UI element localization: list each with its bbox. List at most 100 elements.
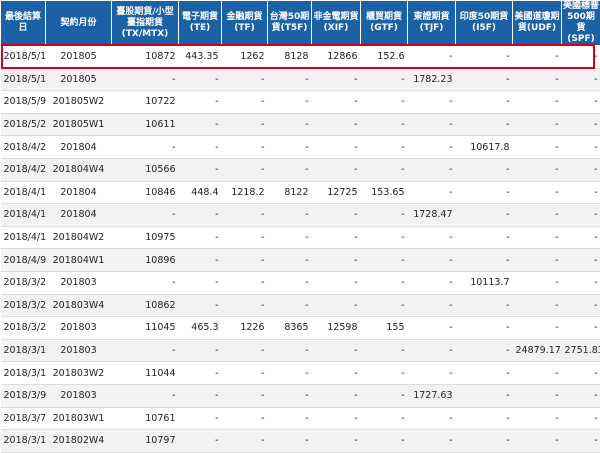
price-cell: - xyxy=(408,271,456,294)
price-cell: 12866 xyxy=(312,46,361,69)
price-cell: - xyxy=(513,317,562,340)
price-cell: - xyxy=(562,407,600,430)
price-cell: - xyxy=(222,407,268,430)
price-cell: - xyxy=(408,113,456,136)
price-cell: - xyxy=(513,407,562,430)
column-header-6: 非金電期貨(XIF) xyxy=(312,1,361,46)
price-cell: - xyxy=(312,362,361,385)
price-cell: - xyxy=(112,204,179,227)
settlement-date-cell: 2018/5/16 xyxy=(1,46,46,69)
settlement-date-cell: 2018/4/13 xyxy=(1,204,46,227)
price-cell: 448.4 xyxy=(179,181,222,204)
price-cell: - xyxy=(361,294,408,317)
column-header-3: 電子期貨(TE) xyxy=(179,1,222,46)
price-cell: - xyxy=(268,294,312,317)
price-cell: - xyxy=(513,46,562,69)
price-cell: - xyxy=(312,430,361,453)
price-cell: 10872 xyxy=(112,46,179,69)
price-cell: 1262 xyxy=(222,46,268,69)
price-cell: - xyxy=(456,430,513,453)
price-cell: 10113.7 xyxy=(456,271,513,294)
settlement-date-cell: 2018/3/28 xyxy=(1,294,46,317)
price-cell: - xyxy=(312,249,361,272)
price-cell: - xyxy=(513,249,562,272)
settlement-date-cell: 2018/4/9 xyxy=(1,249,46,272)
price-cell: - xyxy=(361,249,408,272)
price-cell: - xyxy=(456,181,513,204)
contract-month-cell: 201804 xyxy=(46,181,112,204)
table-row: 2018/3/19201803--------24879.172751.83 xyxy=(1,339,600,362)
price-cell: - xyxy=(112,136,179,159)
price-cell: 155 xyxy=(361,317,408,340)
price-cell: - xyxy=(112,339,179,362)
price-cell: - xyxy=(408,430,456,453)
column-header-4: 金融期貨(TF) xyxy=(222,1,268,46)
price-cell: - xyxy=(179,226,222,249)
price-cell: - xyxy=(179,362,222,385)
price-cell: - xyxy=(562,317,600,340)
settlement-table: 最後結算日契約月份臺股期貨/小型臺指期貨(TX/MTX)電子期貨(TE)金融期貨… xyxy=(0,0,600,453)
settlement-date-cell: 2018/5/9 xyxy=(1,91,46,114)
price-cell: - xyxy=(268,271,312,294)
contract-month-cell: 201804W1 xyxy=(46,249,112,272)
price-cell: 8365 xyxy=(268,317,312,340)
contract-month-cell: 201805W1 xyxy=(46,113,112,136)
price-cell: - xyxy=(513,430,562,453)
price-cell: 12598 xyxy=(312,317,361,340)
price-cell: - xyxy=(222,158,268,181)
settlement-date-cell: 2018/3/21 xyxy=(1,317,46,340)
contract-month-cell: 201804 xyxy=(46,204,112,227)
price-cell: 12725 xyxy=(312,181,361,204)
price-cell: - xyxy=(456,384,513,407)
price-cell: - xyxy=(456,46,513,69)
price-cell: - xyxy=(312,204,361,227)
price-cell: - xyxy=(179,430,222,453)
price-cell: 10975 xyxy=(112,226,179,249)
price-cell: 1728.47 xyxy=(408,204,456,227)
price-cell: - xyxy=(456,204,513,227)
settlement-date-cell: 2018/3/14 xyxy=(1,362,46,385)
column-header-10: 美國道瓊期貨(UDF) xyxy=(513,1,562,46)
price-cell: - xyxy=(312,136,361,159)
price-cell: - xyxy=(179,339,222,362)
price-cell: - xyxy=(456,91,513,114)
table-row: 2018/4/9201804W110896--------- xyxy=(1,249,600,272)
price-cell: - xyxy=(408,46,456,69)
table-row: 2018/4/27201804-------10617.8-- xyxy=(1,136,600,159)
contract-month-cell: 201802W4 xyxy=(46,430,112,453)
price-cell: - xyxy=(268,430,312,453)
price-cell: 10896 xyxy=(112,249,179,272)
price-cell: 10566 xyxy=(112,158,179,181)
contract-month-cell: 201803 xyxy=(46,339,112,362)
settlement-date-cell: 2018/4/27 xyxy=(1,136,46,159)
table-row: 2018/4/1820180410846448.41218.2812212725… xyxy=(1,181,600,204)
price-cell: - xyxy=(408,91,456,114)
price-cell: - xyxy=(179,294,222,317)
settlement-date-cell: 2018/3/1 xyxy=(1,430,46,453)
price-cell: - xyxy=(361,226,408,249)
price-cell: - xyxy=(562,136,600,159)
price-cell: - xyxy=(513,226,562,249)
price-cell: - xyxy=(312,158,361,181)
price-cell: - xyxy=(179,136,222,159)
price-cell: - xyxy=(361,136,408,159)
header-row: 最後結算日契約月份臺股期貨/小型臺指期貨(TX/MTX)電子期貨(TE)金融期貨… xyxy=(1,1,600,46)
price-cell: - xyxy=(361,362,408,385)
contract-month-cell: 201805 xyxy=(46,46,112,69)
price-cell: - xyxy=(361,339,408,362)
table-row: 2018/4/11201804W210975--------- xyxy=(1,226,600,249)
price-cell: - xyxy=(112,271,179,294)
price-cell: - xyxy=(562,68,600,91)
price-cell: - xyxy=(179,113,222,136)
price-cell: - xyxy=(562,271,600,294)
contract-month-cell: 201803 xyxy=(46,317,112,340)
price-cell: - xyxy=(179,249,222,272)
price-cell: - xyxy=(562,46,600,69)
settlement-date-cell: 2018/4/11 xyxy=(1,226,46,249)
price-cell: 10862 xyxy=(112,294,179,317)
settlement-date-cell: 2018/3/29 xyxy=(1,271,46,294)
price-cell: - xyxy=(179,384,222,407)
price-cell: - xyxy=(513,271,562,294)
price-cell: 10761 xyxy=(112,407,179,430)
table-row: 2018/5/1620180510872443.3512628128128661… xyxy=(1,46,600,69)
